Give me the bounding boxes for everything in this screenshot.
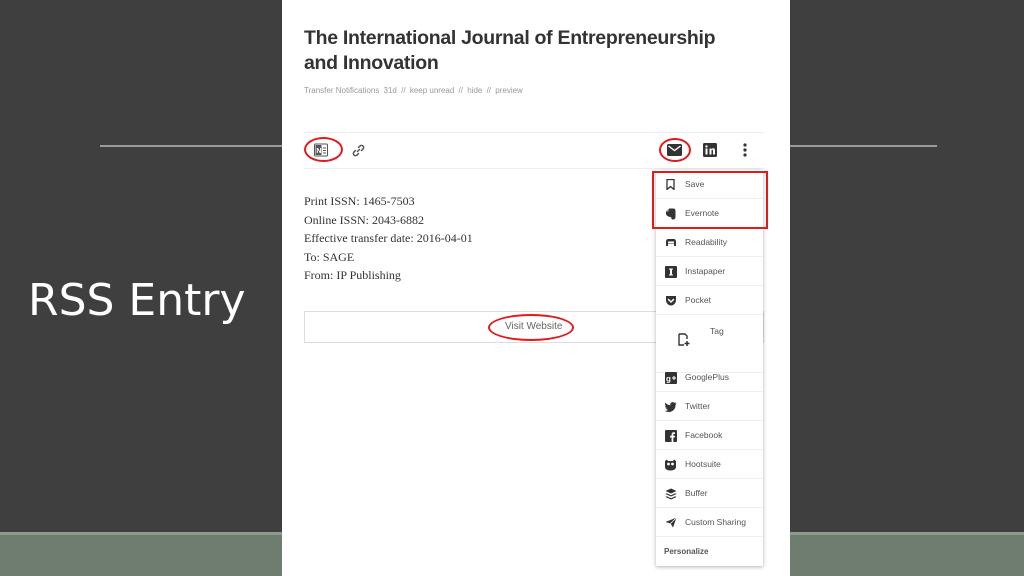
menu-item-label: GooglePlus <box>685 372 729 382</box>
menu-item-googleplus[interactable]: g GooglePlus <box>656 363 763 392</box>
menu-item-label: Instapaper <box>685 266 726 276</box>
article-toolbar <box>304 132 764 169</box>
menu-item-label: Pocket <box>685 295 711 305</box>
svg-text:g: g <box>666 374 671 383</box>
tag-add-icon <box>678 333 692 347</box>
personalize-link[interactable]: Personalize <box>664 547 708 556</box>
body-line: Online ISSN: 2043-6882 <box>304 212 424 227</box>
mail-icon[interactable] <box>666 143 682 157</box>
menu-item-twitter[interactable]: Twitter <box>656 392 763 421</box>
twitter-icon <box>664 400 677 413</box>
menu-item-hootsuite[interactable]: Hootsuite <box>656 450 763 479</box>
body-line: Effective transfer date: 2016-04-01 <box>304 231 473 245</box>
pocket-icon <box>664 294 677 307</box>
menu-item-readability[interactable]: Readability <box>656 228 763 257</box>
instapaper-icon <box>664 265 677 278</box>
readability-icon <box>664 236 677 249</box>
visit-website-label: Visit Website <box>505 321 563 332</box>
menu-item-instapaper[interactable]: Instapaper <box>656 257 763 286</box>
menu-item-label: Facebook <box>685 430 723 440</box>
tag-label: Tag <box>710 326 724 336</box>
article-title[interactable]: The International Journal of Entrepreneu… <box>304 26 754 76</box>
menu-item-label: Twitter <box>685 401 711 411</box>
highlight-box-save-evernote <box>652 171 768 229</box>
menu-item-custom-sharing[interactable]: Custom Sharing <box>656 508 763 537</box>
meta-separator: // <box>458 86 463 95</box>
menu-item-label: Buffer <box>685 488 708 498</box>
googleplus-icon: g <box>664 371 677 384</box>
article-age: 31d <box>383 86 397 95</box>
hootsuite-icon <box>664 458 677 471</box>
divider-right <box>790 145 937 147</box>
more-vertical-icon[interactable] <box>739 142 751 158</box>
preview-link[interactable]: preview <box>495 86 523 95</box>
onenote-icon[interactable]: N <box>314 143 328 157</box>
article-meta: Transfer Notifications 31d // keep unrea… <box>304 86 525 95</box>
link-icon[interactable] <box>351 143 365 157</box>
menu-item-label: Hootsuite <box>685 459 721 469</box>
slide-title: RSS Entry <box>28 275 246 326</box>
article-title-line-1: The International Journal of Entrepreneu… <box>304 27 716 49</box>
facebook-icon <box>664 429 677 442</box>
linkedin-icon[interactable] <box>702 142 717 157</box>
menu-item-label: Custom Sharing <box>685 517 746 527</box>
menu-item-facebook[interactable]: Facebook <box>656 421 763 450</box>
menu-item-label: Readability <box>685 237 728 247</box>
share-menu: Save Evernote Readability Instapaper Poc… <box>656 170 763 566</box>
keep-unread-link[interactable]: keep unread <box>410 86 454 95</box>
svg-text:N: N <box>316 148 321 155</box>
body-line: To: SAGE <box>304 249 355 264</box>
divider-left <box>100 145 282 147</box>
menu-item-buffer[interactable]: Buffer <box>656 479 763 508</box>
meta-separator: // <box>486 86 492 95</box>
article-body: Print ISSN: 1465-7503 Online ISSN: 2043-… <box>304 192 473 285</box>
buffer-icon <box>664 487 677 500</box>
body-line: Print ISSN: 1465-7503 <box>304 194 415 208</box>
meta-separator: // <box>401 86 406 95</box>
article-title-line-2: and Innovation <box>304 52 439 74</box>
menu-item-pocket[interactable]: Pocket <box>656 286 763 315</box>
body-line: From: IP Publishing <box>304 268 401 282</box>
send-icon <box>664 516 677 529</box>
hide-link[interactable]: hide <box>467 86 482 95</box>
source-link[interactable]: Transfer Notifications <box>304 86 379 95</box>
